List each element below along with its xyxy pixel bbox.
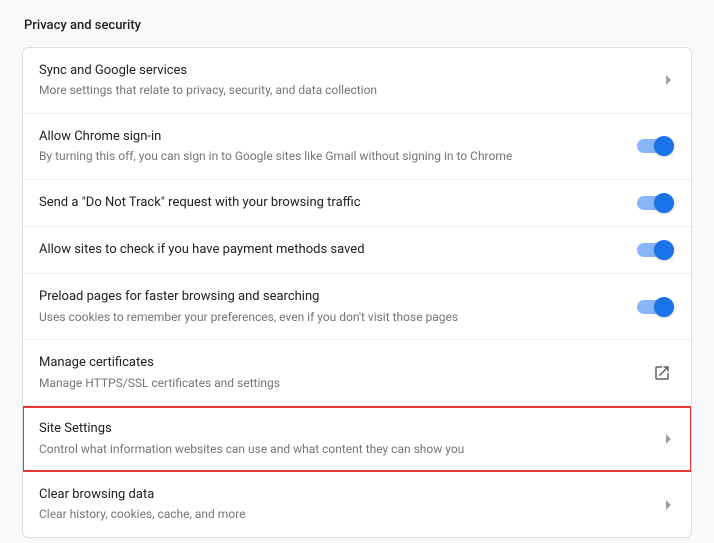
row-subtitle: Clear history, cookies, cache, and more (39, 506, 654, 523)
row-text: Allow sites to check if you have payment… (39, 241, 625, 259)
toggle-knob (654, 297, 674, 317)
clear-browsing-data-row[interactable]: Clear browsing data Clear history, cooki… (23, 472, 691, 537)
allow-chrome-signin-toggle[interactable] (637, 139, 671, 153)
row-subtitle: Uses cookies to remember your preference… (39, 309, 625, 326)
row-title: Sync and Google services (39, 62, 654, 80)
row-text: Allow Chrome sign-in By turning this off… (39, 128, 625, 165)
row-subtitle: Control what information websites can us… (39, 441, 654, 458)
toggle-knob (654, 193, 674, 213)
payment-methods-toggle[interactable] (637, 243, 671, 257)
row-text: Sync and Google services More settings t… (39, 62, 654, 99)
site-settings-row[interactable]: Site Settings Control what information w… (23, 406, 691, 472)
external-link-icon (653, 364, 671, 382)
row-subtitle: Manage HTTPS/SSL certificates and settin… (39, 375, 641, 392)
toggle-knob (654, 136, 674, 156)
preload-pages-row[interactable]: Preload pages for faster browsing and se… (23, 274, 691, 340)
row-text: Preload pages for faster browsing and se… (39, 288, 625, 325)
row-text: Send a "Do Not Track" request with your … (39, 194, 625, 212)
payment-methods-row[interactable]: Allow sites to check if you have payment… (23, 227, 691, 274)
allow-chrome-signin-row[interactable]: Allow Chrome sign-in By turning this off… (23, 114, 691, 180)
chevron-right-icon (666, 434, 671, 444)
sync-google-services-row[interactable]: Sync and Google services More settings t… (23, 48, 691, 114)
row-subtitle: By turning this off, you can sign in to … (39, 148, 625, 165)
row-title: Clear browsing data (39, 486, 654, 504)
row-title: Site Settings (39, 420, 654, 438)
row-title: Allow Chrome sign-in (39, 128, 625, 146)
row-text: Clear browsing data Clear history, cooki… (39, 486, 654, 523)
toggle-knob (654, 240, 674, 260)
section-title: Privacy and security (22, 18, 692, 33)
preload-pages-toggle[interactable] (637, 300, 671, 314)
row-text: Manage certificates Manage HTTPS/SSL cer… (39, 354, 641, 391)
row-title: Allow sites to check if you have payment… (39, 241, 625, 259)
manage-certificates-row[interactable]: Manage certificates Manage HTTPS/SSL cer… (23, 340, 691, 406)
row-subtitle: More settings that relate to privacy, se… (39, 82, 654, 99)
do-not-track-toggle[interactable] (637, 196, 671, 210)
row-title: Send a "Do Not Track" request with your … (39, 194, 625, 212)
row-title: Preload pages for faster browsing and se… (39, 288, 625, 306)
chevron-right-icon (666, 75, 671, 85)
do-not-track-row[interactable]: Send a "Do Not Track" request with your … (23, 180, 691, 227)
settings-panel: Sync and Google services More settings t… (22, 47, 692, 538)
row-text: Site Settings Control what information w… (39, 420, 654, 457)
chevron-right-icon (666, 500, 671, 510)
row-title: Manage certificates (39, 354, 641, 372)
